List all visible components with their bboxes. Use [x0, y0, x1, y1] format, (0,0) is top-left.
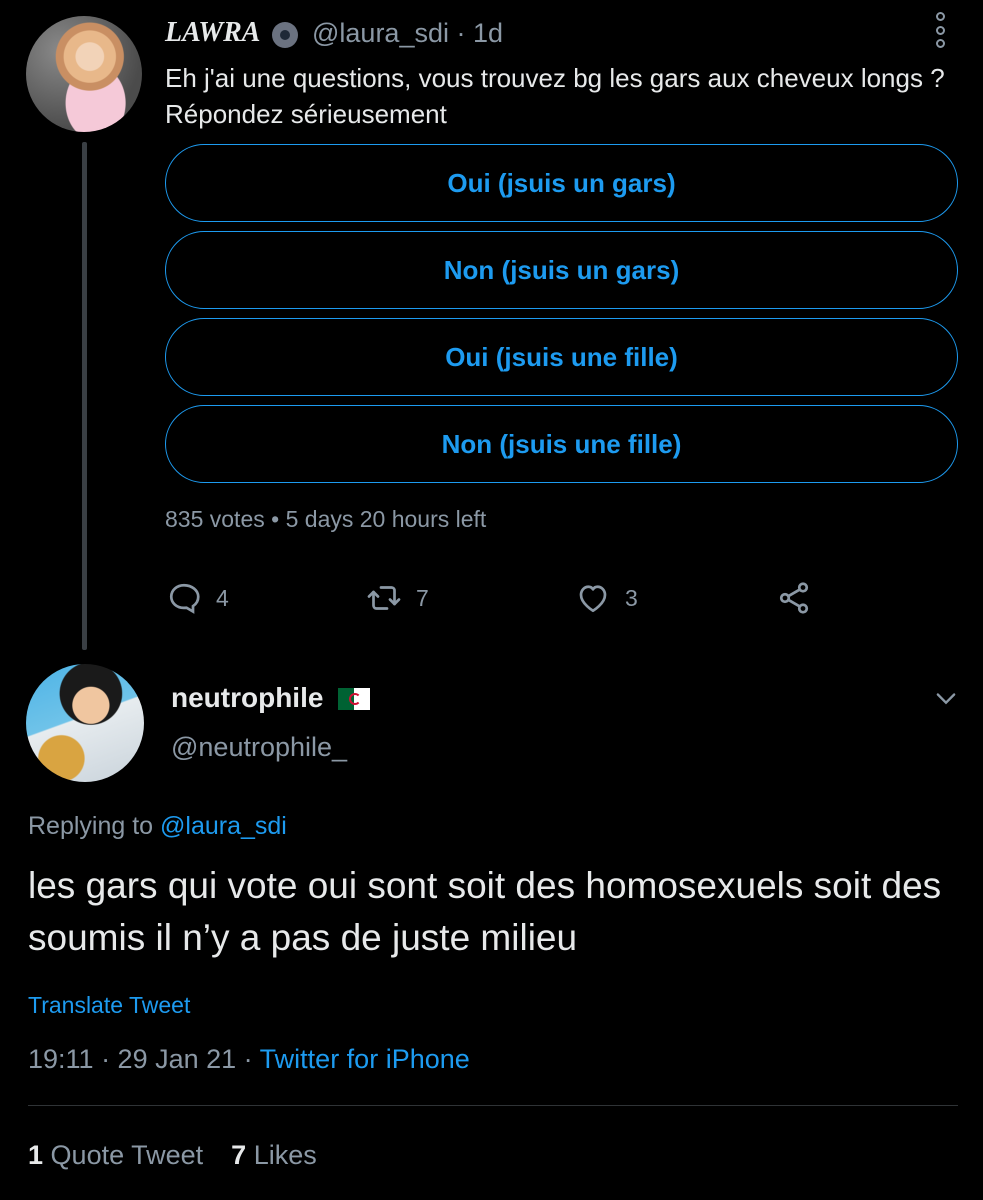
like-button[interactable]: 3	[575, 580, 638, 616]
poll-separator: •	[271, 506, 280, 532]
avatar[interactable]	[26, 664, 144, 782]
reply-button[interactable]: 4	[166, 580, 229, 616]
likes-label: Likes	[253, 1140, 317, 1170]
poll-option-2[interactable]: Non (jsuis un gars)	[165, 231, 958, 309]
more-icon[interactable]	[930, 12, 950, 48]
engagement-stats: 1 Quote Tweet 7 Likes	[28, 1140, 317, 1171]
poll-option-1[interactable]: Oui (jsuis un gars)	[165, 144, 958, 222]
poll-time-left: 5 days 20 hours left	[285, 506, 487, 532]
poll-votes: 835 votes	[165, 506, 265, 532]
reply-icon	[169, 583, 200, 614]
chevron-down-icon[interactable]	[932, 684, 960, 712]
replying-to: Replying to @laura_sdi	[28, 812, 287, 841]
like-icon	[579, 585, 607, 613]
share-button[interactable]	[776, 580, 812, 616]
tweet-meta: 19:11 · 29 Jan 21 · Twitter for iPhone	[28, 1044, 470, 1075]
retweet-count: 7	[416, 584, 429, 611]
replying-prefix: Replying to	[28, 812, 154, 840]
tweet-handle-time[interactable]: @laura_sdi · 1d	[312, 18, 503, 49]
reply-count: 4	[216, 584, 229, 611]
poll-meta: 835 votes • 5 days 20 hours left	[165, 506, 486, 533]
likes-count: 7	[231, 1140, 247, 1170]
quote-label: Quote Tweet	[50, 1140, 204, 1170]
poll-option-3[interactable]: Oui (jsuis une fille)	[165, 318, 958, 396]
divider	[28, 1105, 958, 1106]
poll-option-4[interactable]: Non (jsuis une fille)	[165, 405, 958, 483]
like-count: 3	[625, 584, 638, 611]
quote-tweets-stat[interactable]: 1 Quote Tweet	[28, 1140, 203, 1171]
tweet-timestamp: 19:11 · 29 Jan 21 ·	[28, 1044, 253, 1074]
algeria-flag-icon	[338, 688, 370, 710]
display-name[interactable]: LAWRA	[165, 17, 260, 49]
replying-mention[interactable]: @laura_sdi	[160, 812, 287, 840]
retweet-button[interactable]: 7	[366, 580, 429, 616]
display-name[interactable]: neutrophile	[171, 682, 323, 714]
translate-tweet-link[interactable]: Translate Tweet	[28, 992, 190, 1019]
tweet-source[interactable]: Twitter for iPhone	[260, 1044, 470, 1074]
tweet-text: Eh j'ai une questions, vous trouvez bg l…	[165, 63, 945, 129]
share-icon	[779, 582, 809, 614]
handle[interactable]: @laura_sdi	[312, 18, 449, 48]
avatar[interactable]	[26, 16, 142, 132]
handle[interactable]: @neutrophile_	[171, 732, 347, 763]
quote-count: 1	[28, 1140, 44, 1170]
retweet-icon	[367, 586, 401, 610]
badge-icon	[272, 22, 298, 48]
thread-line	[82, 142, 87, 650]
likes-stat[interactable]: 7 Likes	[231, 1140, 317, 1171]
tweet-text: les gars qui vote oui sont soit des homo…	[28, 865, 942, 958]
timestamp: · 1d	[456, 18, 504, 48]
